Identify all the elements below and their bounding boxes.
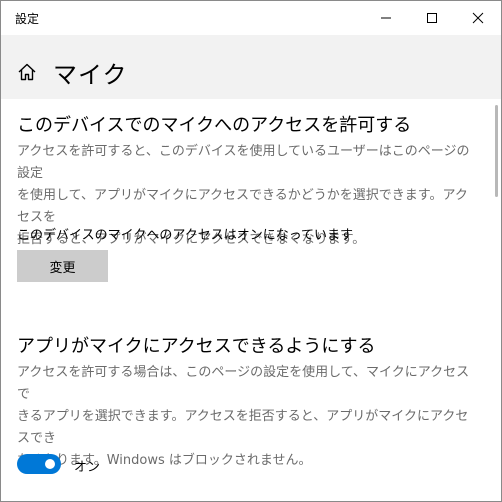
app-access-heading: アプリがマイクにアクセスできるようにする [17,336,376,357]
close-button[interactable] [455,1,501,35]
toggle-state-label: オン [74,460,101,475]
title-bar[interactable]: 設定 [1,1,501,35]
app-access-toggle[interactable] [17,454,61,474]
window-title: 設定 [15,12,40,26]
device-access-status: このデバイスのマイクへのアクセスはオンになっています [17,228,354,243]
close-icon [472,12,484,24]
settings-window: 設定 マイク このデバイスでのマイクへのアクセスを許可する アクセスを許可すると… [0,0,502,502]
app-access-description-line: アクセスを許可する場合は、このページの設定を使用して、マイクにアクセスで [17,365,470,402]
scrollbar[interactable] [495,105,498,197]
settings-content[interactable]: このデバイスでのマイクへのアクセスを許可する アクセスを許可すると、このデバイス… [1,99,501,501]
change-button[interactable]: 変更 [17,250,108,282]
maximize-button[interactable] [409,1,455,35]
page-header: マイク [1,35,501,99]
device-access-heading: このデバイスでのマイクへのアクセスを許可する [17,115,412,136]
maximize-icon [427,13,437,23]
toggle-knob [45,459,55,469]
page-title: マイク [53,61,128,89]
device-access-description-line: を使用して、アプリがマイクにアクセスできるかどうかを選択できます。アクセスを [17,188,468,225]
app-access-description-line: きるアプリを選択できます。アクセスを拒否すると、アプリがマイクにアクセスでき [17,409,469,446]
home-icon[interactable] [17,62,37,82]
minimize-button[interactable] [363,1,409,35]
minimize-icon [381,17,391,19]
device-access-description-line: アクセスを許可すると、このデバイスを使用しているユーザーはこのページの設定 [17,144,470,181]
